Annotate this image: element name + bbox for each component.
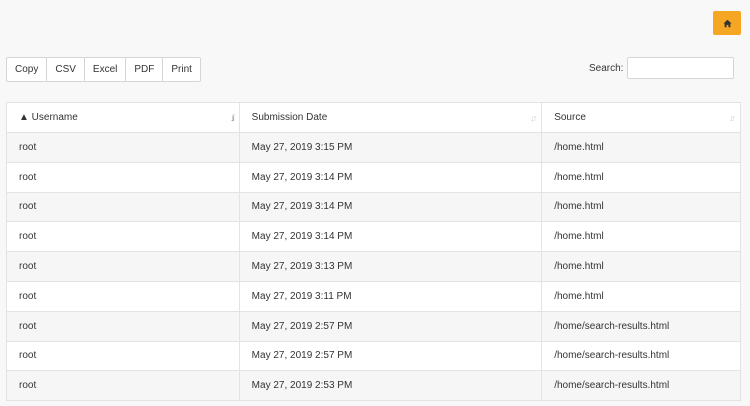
cell-submission-date: May 27, 2019 3:13 PM [238, 251, 543, 282]
cell-source: /home.html [541, 280, 741, 312]
column-header-source[interactable]: Source ↓↑ [541, 102, 741, 133]
home-button[interactable] [713, 11, 741, 35]
cell-source: /home/search-results.html [541, 370, 741, 402]
cell-submission-date: May 27, 2019 3:14 PM [238, 221, 543, 253]
cell-submission-date: May 27, 2019 3:14 PM [238, 161, 543, 193]
table-row[interactable]: root May 27, 2019 2:57 PM/home/search-res… [6, 310, 741, 342]
cell-submission-date: May 27, 2019 3:11 PM [238, 280, 543, 312]
cell-source: /home.html [541, 221, 741, 253]
submissions-table: ▲ Username ↓ǐ Submission Date ↓↑ Source … [6, 102, 741, 402]
cell-submission-date: May 27, 2019 2:57 PM [238, 340, 543, 372]
cell-username: root [6, 310, 240, 342]
cell-username: root [6, 161, 240, 193]
cell-source: /home.html [541, 161, 741, 193]
table-header-row: ▲ Username ↓ǐ Submission Date ↓↑ Source … [6, 102, 741, 133]
table-row[interactable]: root May 27, 2019 2:57 PM/home/search-res… [6, 340, 741, 372]
table-row[interactable]: root May 27, 2019 3:14 PM/home.html [6, 191, 741, 223]
search-area: Search: [589, 57, 735, 79]
cell-username: root [6, 251, 240, 282]
sort-asc-icon: ↓ǐ [230, 113, 234, 123]
print-button[interactable]: Print [163, 57, 201, 82]
search-label: Search: [589, 62, 624, 74]
cell-username: root [6, 370, 240, 402]
cell-username: root [6, 221, 240, 253]
cell-source: /home/search-results.html [541, 310, 741, 342]
column-header-label: ▲ Username [19, 112, 78, 123]
cell-source: /home/search-results.html [541, 340, 741, 372]
cell-username: root [6, 340, 240, 372]
table-row[interactable]: root May 27, 2019 3:13 PM/home.html [6, 251, 741, 282]
cell-submission-date: May 27, 2019 3:15 PM [238, 132, 543, 163]
column-header-label: Source [554, 112, 586, 123]
table-row[interactable]: root May 27, 2019 3:11 PM/home.html [6, 280, 741, 312]
table-row[interactable]: root May 27, 2019 3:14 PM/home.html [6, 161, 741, 193]
cell-source: /home.html [541, 251, 741, 282]
export-button-group: Copy CSV Excel PDF Print [6, 57, 201, 82]
cell-submission-date: May 27, 2019 2:57 PM [238, 310, 543, 342]
cell-source: /home.html [541, 132, 741, 163]
cell-username: root [6, 191, 240, 223]
cell-username: root [6, 132, 240, 163]
pdf-button[interactable]: PDF [126, 57, 164, 82]
cell-source: /home.html [541, 191, 741, 223]
csv-button[interactable]: CSV [47, 57, 85, 82]
column-header-username[interactable]: ▲ Username ↓ǐ [6, 102, 240, 133]
home-icon [722, 19, 732, 27]
copy-button[interactable]: Copy [6, 57, 48, 82]
column-header-submission-date[interactable]: Submission Date ↓↑ [238, 102, 543, 133]
sort-icon: ↓↑ [729, 113, 736, 123]
cell-submission-date: May 27, 2019 2:53 PM [238, 370, 543, 402]
table-row[interactable]: root May 27, 2019 3:15 PM/home.html [6, 132, 741, 163]
search-input[interactable] [627, 57, 735, 79]
cell-submission-date: May 27, 2019 3:14 PM [238, 191, 543, 223]
cell-username: root [6, 280, 240, 312]
table-row[interactable]: root May 27, 2019 2:53 PM/home/search-res… [6, 370, 741, 402]
table-row[interactable]: root May 27, 2019 3:14 PM/home.html [6, 221, 741, 253]
column-header-label: Submission Date [251, 112, 328, 123]
excel-button[interactable]: Excel [84, 57, 127, 82]
sort-icon: ↓↑ [530, 113, 537, 123]
